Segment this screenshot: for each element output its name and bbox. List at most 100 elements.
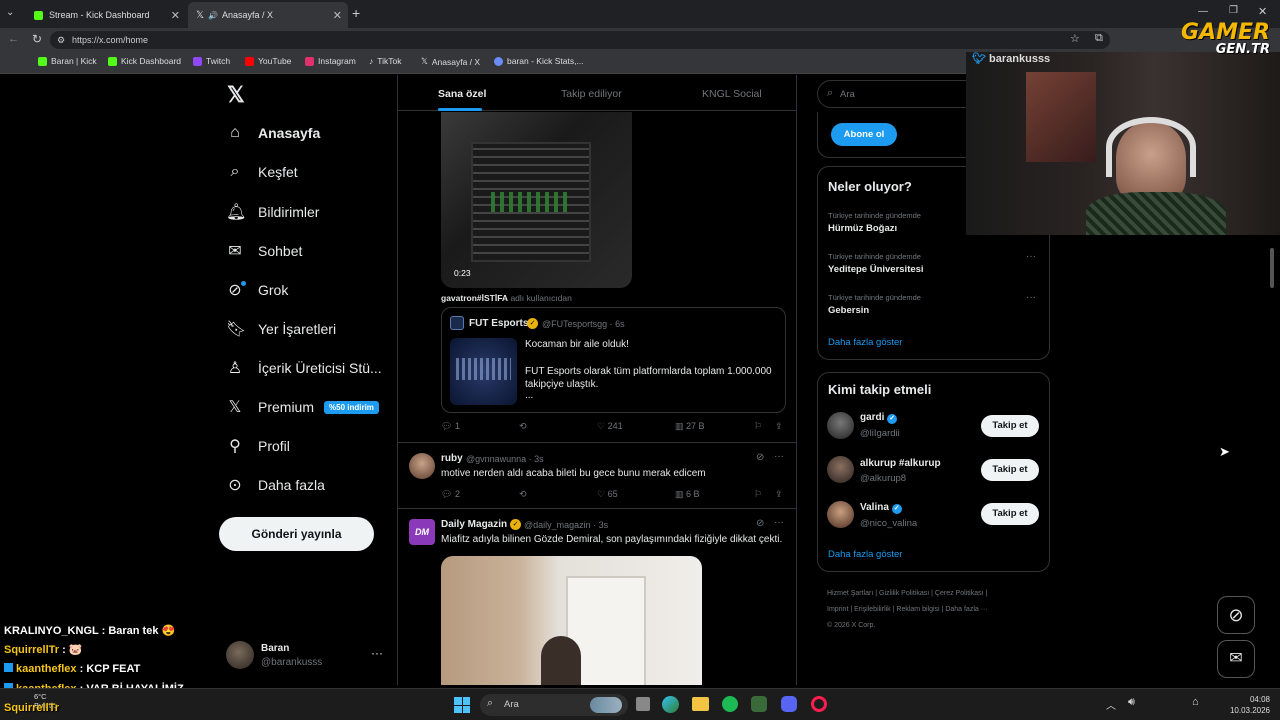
nav-premium[interactable]: 𝕏 Premium %50 indirim (226, 397, 379, 417)
nav-home[interactable]: ⌂ Anasayfa (226, 124, 320, 142)
favorite-star-icon[interactable]: ☆ (1070, 32, 1080, 45)
nav-grok[interactable]: ⊘ Grok (226, 280, 288, 300)
refresh-icon[interactable]: ↻ (32, 32, 42, 46)
show-more-trends-link[interactable]: Daha fazla göster (828, 337, 902, 348)
nav-chat[interactable]: ✉ Sohbet (226, 241, 302, 261)
opera-gx-icon[interactable] (811, 696, 827, 712)
bookmark-kick-stats[interactable]: baran - Kick Stats,... (494, 56, 584, 66)
close-window-button[interactable]: ✕ (1258, 5, 1267, 18)
edge-icon[interactable] (662, 696, 679, 713)
follow-suggestion[interactable]: alkurup #alkurup @alkurup8 (827, 454, 977, 488)
footer-link[interactable]: Reklam bilgisi (896, 606, 939, 613)
file-explorer-icon[interactable] (692, 697, 709, 711)
scrollbar-thumb[interactable] (1270, 248, 1274, 288)
show-more-follow-link[interactable]: Daha fazla göster (828, 549, 902, 560)
app-icon[interactable] (751, 696, 767, 712)
tab-for-you[interactable]: Sana özel (438, 88, 486, 100)
scrollbar-track[interactable] (1268, 236, 1276, 686)
like-button[interactable]: ♡ 65 (597, 489, 618, 500)
volume-icon[interactable]: 🔊︎ (1128, 696, 1135, 709)
reply-button[interactable]: 💬︎ 1 (441, 421, 460, 432)
account-more-icon[interactable]: ··· (371, 646, 383, 660)
footer-link[interactable]: Hizmet Şartları (827, 590, 873, 597)
close-tab-icon[interactable]: ✕ (171, 9, 180, 22)
nav-bookmarks[interactable]: 🔖︎ Yer İşaretleri (226, 319, 336, 339)
url-field[interactable]: ⚙ https://x.com/home (50, 31, 1110, 49)
footer-link[interactable]: Gizlilik Politikası (879, 590, 929, 597)
task-view-icon[interactable] (636, 697, 650, 711)
close-tab-icon[interactable]: ✕ (333, 9, 342, 22)
follow-button[interactable]: Takip et (981, 503, 1039, 525)
maximize-button[interactable]: ❐ (1229, 5, 1238, 16)
follow-button[interactable]: Takip et (981, 459, 1039, 481)
reply-button[interactable]: 💬︎ 2 (441, 489, 460, 500)
bookmark-x-home[interactable]: 𝕏 Anasayfa / X (421, 56, 480, 67)
bookmark-instagram[interactable]: Instagram (305, 56, 356, 66)
new-tab-button[interactable]: + (352, 5, 360, 21)
footer-link[interactable]: Daha fazla ··· (945, 606, 987, 613)
follow-button[interactable]: Takip et (981, 415, 1039, 437)
trend-more-icon[interactable]: ··· (1026, 251, 1036, 262)
subscribe-button[interactable]: Abone ol (831, 123, 897, 146)
nav-more[interactable]: ⊙ Daha fazla (226, 475, 325, 495)
start-button[interactable] (454, 697, 470, 713)
tab-kngl-social[interactable]: KNGL Social (702, 88, 762, 100)
share-icon[interactable]: ⇪ (775, 489, 783, 500)
minimize-button[interactable]: — (1198, 6, 1208, 17)
back-icon[interactable]: ← (8, 33, 19, 45)
bookmark-icon[interactable]: ⚐ (754, 489, 762, 500)
bookmark-kick-dashboard[interactable]: Kick Dashboard (108, 56, 181, 66)
tab-kick-dashboard[interactable]: Stream - Kick Dashboard ✕ (26, 2, 186, 28)
account-switcher[interactable]: Baran @barankusss ··· (226, 640, 386, 674)
bookmark-youtube[interactable]: YouTube (245, 56, 291, 66)
post-button[interactable]: Gönderi yayınla (219, 517, 374, 551)
repost-icon[interactable]: ⟲ (519, 489, 527, 500)
quoted-post[interactable]: FUT Esports ✓ @FUTesportsgg · 6s Kocaman… (441, 307, 786, 413)
nav-notifications[interactable]: 🔔︎ Bildirimler (226, 202, 319, 222)
trend-item[interactable]: Türkiye tarihinde gündemde Yeditepe Üniv… (828, 252, 1043, 282)
tab-x-home[interactable]: 𝕏 🔊 Anasayfa / X ✕ (188, 2, 348, 28)
grok-icon[interactable]: ⊘ (756, 452, 764, 463)
share-icon[interactable]: ⇪ (775, 421, 783, 432)
bookmark-baran-kick[interactable]: Baran | Kick (38, 56, 97, 66)
post-more-icon[interactable]: ··· (774, 451, 784, 462)
nav-creator-studio[interactable]: ♙ İçerik Üreticisi Stü... (226, 358, 382, 378)
trend-item[interactable]: Türkiye tarihinde gündemde Gebersin (828, 293, 1043, 323)
grok-icon[interactable]: ⊘ (756, 518, 764, 529)
footer-link[interactable]: Erişilebilirlik (854, 606, 891, 613)
x-logo-icon[interactable]: 𝕏 (227, 82, 245, 108)
clock[interactable]: 04:08 10.03.2026 (1226, 694, 1270, 716)
messages-floating-button[interactable]: ✉ (1217, 640, 1255, 678)
grok-floating-button[interactable]: ⊘ (1217, 596, 1255, 634)
like-button[interactable]: ♡ 241 (597, 421, 623, 432)
extensions-icon[interactable]: ⧉ (1095, 32, 1103, 45)
views-button[interactable]: ▥ 6 B (675, 489, 700, 500)
bookmark-tiktok[interactable]: ♪ TikTok (369, 56, 402, 66)
nav-explore[interactable]: ⌕ Keşfet (226, 163, 298, 181)
post[interactable]: DM Daily Magazin ✓ @daily_magazin · 3s ⊘… (398, 509, 796, 685)
tab-list-button[interactable]: ⌄ (6, 7, 20, 21)
follow-suggestion[interactable]: Valina ✓ @nico_valina (827, 499, 977, 533)
network-icon[interactable]: ⌂ (1192, 696, 1199, 708)
post[interactable]: ruby @gvnnawunna · 3s ⊘ ··· motive nerde… (398, 443, 796, 507)
post-author-name[interactable]: ruby (441, 453, 463, 464)
spotify-icon[interactable] (722, 696, 738, 712)
post-video[interactable]: 0:23 (441, 112, 632, 288)
follow-suggestion[interactable]: gardi ✓ @liIgardii (827, 410, 977, 444)
discord-icon[interactable] (781, 696, 797, 712)
tray-chevron-icon[interactable]: ︿ (1106, 697, 1116, 712)
post-more-icon[interactable]: ··· (774, 517, 784, 528)
footer-link[interactable]: Imprint (827, 606, 848, 613)
views-button[interactable]: ▥ 27 B (675, 421, 705, 432)
bookmark-twitch[interactable]: Twitch (193, 56, 230, 66)
footer-link[interactable]: Çerez Politikası (935, 590, 984, 597)
tab-following[interactable]: Takip ediliyor (561, 88, 622, 100)
post-image[interactable] (441, 556, 702, 685)
repost-note-user[interactable]: gavatron#İSTİFA (441, 293, 508, 303)
nav-profile[interactable]: ⚲ Profil (226, 436, 290, 456)
taskbar-search[interactable]: ⌕ Ara (480, 694, 628, 716)
post-author-name[interactable]: Daily Magazin (441, 519, 507, 530)
bookmark-icon[interactable]: ⚐ (754, 421, 762, 432)
trend-more-icon[interactable]: ··· (1026, 292, 1036, 303)
repost-icon[interactable]: ⟲ (519, 421, 527, 432)
